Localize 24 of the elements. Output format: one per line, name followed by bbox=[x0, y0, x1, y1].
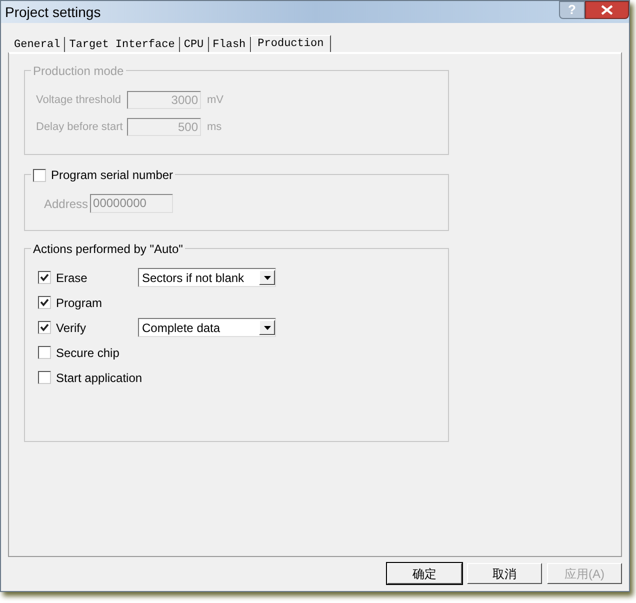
checkbox[interactable] bbox=[38, 321, 51, 334]
checkbox-label: Erase bbox=[56, 270, 88, 286]
checkbox[interactable] bbox=[38, 371, 51, 384]
window-title: Project settings bbox=[5, 2, 101, 22]
dialog-button[interactable]: 取消 bbox=[467, 563, 542, 584]
checkbox[interactable] bbox=[38, 271, 51, 284]
field-label: Address bbox=[44, 196, 88, 212]
dropdown[interactable]: Complete data bbox=[138, 318, 276, 337]
field-label: Voltage threshold bbox=[36, 92, 122, 108]
close-icon bbox=[601, 5, 613, 15]
checkbox-label: Program serial number bbox=[51, 167, 174, 184]
dropdown[interactable]: Sectors if not blank bbox=[138, 268, 276, 287]
unit-label: mV bbox=[207, 92, 224, 108]
checkbox-label: Secure chip bbox=[56, 344, 120, 362]
unit-label: ms bbox=[207, 120, 222, 135]
checkbox-label: Verify bbox=[56, 320, 88, 336]
close-button[interactable] bbox=[585, 1, 629, 19]
tab[interactable]: Production bbox=[250, 35, 331, 53]
checkbox[interactable] bbox=[38, 296, 51, 309]
dialog-button[interactable]: 确定 bbox=[387, 563, 462, 584]
field-label: Delay before start bbox=[36, 120, 124, 135]
checkbox-label: Program bbox=[56, 294, 104, 312]
checkbox[interactable] bbox=[38, 346, 51, 359]
checkbox[interactable] bbox=[33, 168, 46, 182]
